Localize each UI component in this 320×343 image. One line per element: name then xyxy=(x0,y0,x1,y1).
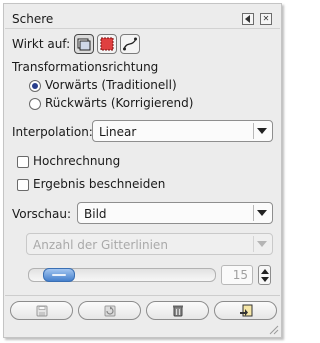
direction-backward-radio[interactable] xyxy=(29,98,41,110)
grid-lines-stepper[interactable] xyxy=(258,265,271,285)
save-options-button[interactable] xyxy=(10,301,73,320)
reset-options-button[interactable] xyxy=(214,301,277,320)
grid-lines-value[interactable]: 15 xyxy=(221,265,253,285)
grid-type-value: Anzahl der Gitterlinien xyxy=(33,238,168,252)
chevron-down-icon xyxy=(253,123,269,139)
chevron-down-icon[interactable] xyxy=(261,277,269,282)
clip-checkbox[interactable] xyxy=(17,179,29,191)
footer-divider xyxy=(5,295,280,296)
dialog-title: Schere xyxy=(12,12,54,26)
direction-label: Transformationsrichtung xyxy=(12,60,159,74)
supersampling-checkbox[interactable] xyxy=(17,156,29,168)
restore-options-button[interactable] xyxy=(78,301,141,320)
tool-options-dialog: Schere ✕ Wirkt auf: Transformationsricht… xyxy=(3,3,282,338)
reset-icon xyxy=(239,304,252,317)
grid-type-combo[interactable]: Anzahl der Gitterlinien xyxy=(26,233,273,255)
path-icon xyxy=(123,37,137,51)
close-icon[interactable]: ✕ xyxy=(260,13,272,25)
delete-options-button[interactable] xyxy=(146,301,209,320)
supersampling-label[interactable]: Hochrechnung xyxy=(33,154,120,168)
preview-label: Vorschau: xyxy=(12,207,72,221)
affects-label: Wirkt auf: xyxy=(12,37,71,51)
chevron-up-icon[interactable] xyxy=(261,269,269,274)
preview-value: Bild xyxy=(84,207,107,221)
clip-label[interactable]: Ergebnis beschneiden xyxy=(33,177,165,191)
grid-lines-slider[interactable] xyxy=(28,268,216,282)
restore-icon xyxy=(104,305,115,316)
preview-combo[interactable]: Bild xyxy=(77,202,273,224)
affects-layer-button[interactable] xyxy=(74,34,94,54)
interpolation-combo[interactable]: Linear xyxy=(92,120,273,142)
affects-path-button[interactable] xyxy=(120,34,140,54)
interpolation-value: Linear xyxy=(99,125,137,139)
direction-forward-label[interactable]: Vorwärts (Traditionell) xyxy=(45,78,177,92)
delete-icon xyxy=(172,305,183,317)
resize-grip-icon[interactable] xyxy=(267,323,279,335)
chevron-down-icon xyxy=(253,236,269,252)
slider-handle[interactable] xyxy=(42,268,75,282)
chevron-down-icon xyxy=(253,205,269,221)
layer-icon xyxy=(77,38,91,51)
selection-icon xyxy=(100,37,114,51)
header-divider xyxy=(5,28,280,29)
affects-selection-button[interactable] xyxy=(97,34,117,54)
tab-menu-icon[interactable] xyxy=(242,13,254,25)
direction-backward-label[interactable]: Rückwärts (Korrigierend) xyxy=(45,96,193,110)
save-icon xyxy=(36,305,47,316)
interpolation-label: Interpolation: xyxy=(12,125,93,139)
direction-forward-radio[interactable] xyxy=(29,80,41,92)
